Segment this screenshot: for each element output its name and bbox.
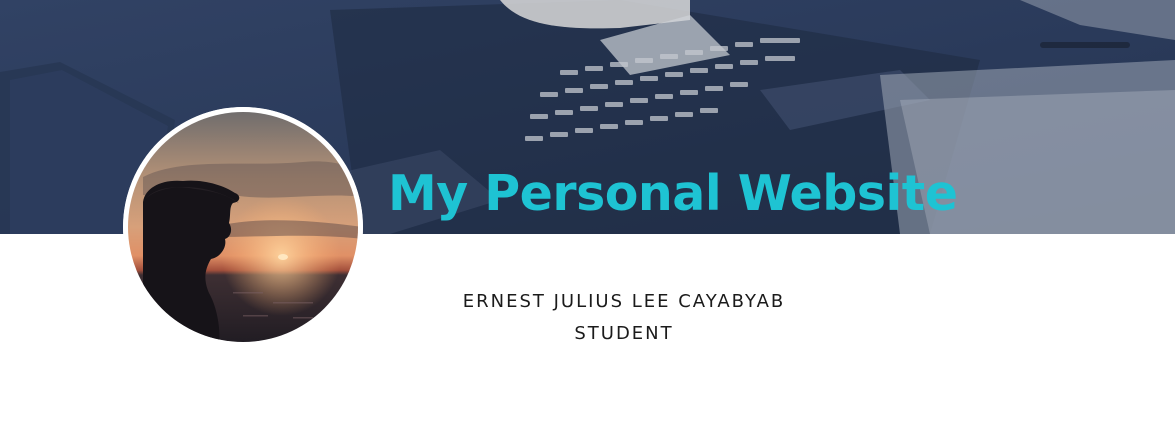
profile-info: ERNEST JULIUS LEE CAYABYAB STUDENT bbox=[374, 290, 874, 346]
page: My Personal Website ERNEST JULIUS LEE CA… bbox=[0, 0, 1175, 436]
profile-role: STUDENT bbox=[574, 323, 674, 344]
site-title: My Personal Website bbox=[388, 165, 958, 222]
avatar-photo bbox=[123, 107, 363, 347]
profile-name: ERNEST JULIUS LEE CAYABYAB bbox=[462, 291, 786, 312]
avatar bbox=[123, 107, 363, 347]
